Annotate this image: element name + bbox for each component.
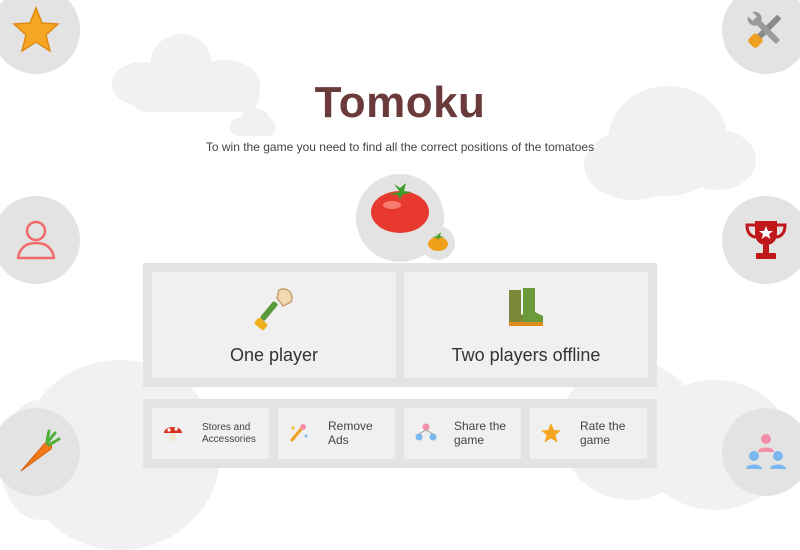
rate-label: Rate the game <box>580 418 626 447</box>
star-icon <box>12 5 60 53</box>
share-button[interactable]: Share the game <box>404 408 521 459</box>
stores-label: Stores and Accessories <box>202 422 256 445</box>
shovel-icon <box>254 288 293 331</box>
rate-star-icon <box>541 423 561 443</box>
share-icon <box>415 423 437 441</box>
profile-button[interactable] <box>0 196 80 284</box>
achievements-star-button[interactable] <box>0 0 80 74</box>
carrot-icon <box>20 429 61 472</box>
rate-button[interactable]: Rate the game <box>530 408 647 459</box>
community-button[interactable] <box>722 408 800 496</box>
one-player-label: One player <box>229 345 319 365</box>
trophy-icon <box>745 221 787 259</box>
community-icon <box>746 434 786 469</box>
boots-icon <box>509 288 543 326</box>
two-players-offline-label: Two players offline <box>451 345 601 365</box>
share-label: Share the game <box>454 418 507 447</box>
game-title: Tomoku <box>314 78 486 127</box>
stores-button[interactable]: Stores and Accessories <box>152 408 269 459</box>
small-tomato-icon <box>428 232 448 251</box>
settings-tools-icon <box>747 11 781 48</box>
game-subtitle: To win the game you need to find all the… <box>205 140 595 154</box>
settings-button[interactable] <box>722 0 800 74</box>
remove-ads-button[interactable]: Remove Ads <box>278 408 395 459</box>
remove-ads-label: Remove Ads <box>328 418 373 447</box>
one-player-button[interactable]: One player <box>152 272 396 378</box>
mushroom-icon <box>164 427 182 441</box>
two-players-offline-button[interactable]: Two players offline <box>404 272 648 378</box>
leaderboard-button[interactable] <box>722 196 800 284</box>
no-ads-icon <box>290 424 308 442</box>
profile-icon <box>16 220 56 260</box>
small-tomato-bubble <box>421 226 455 260</box>
